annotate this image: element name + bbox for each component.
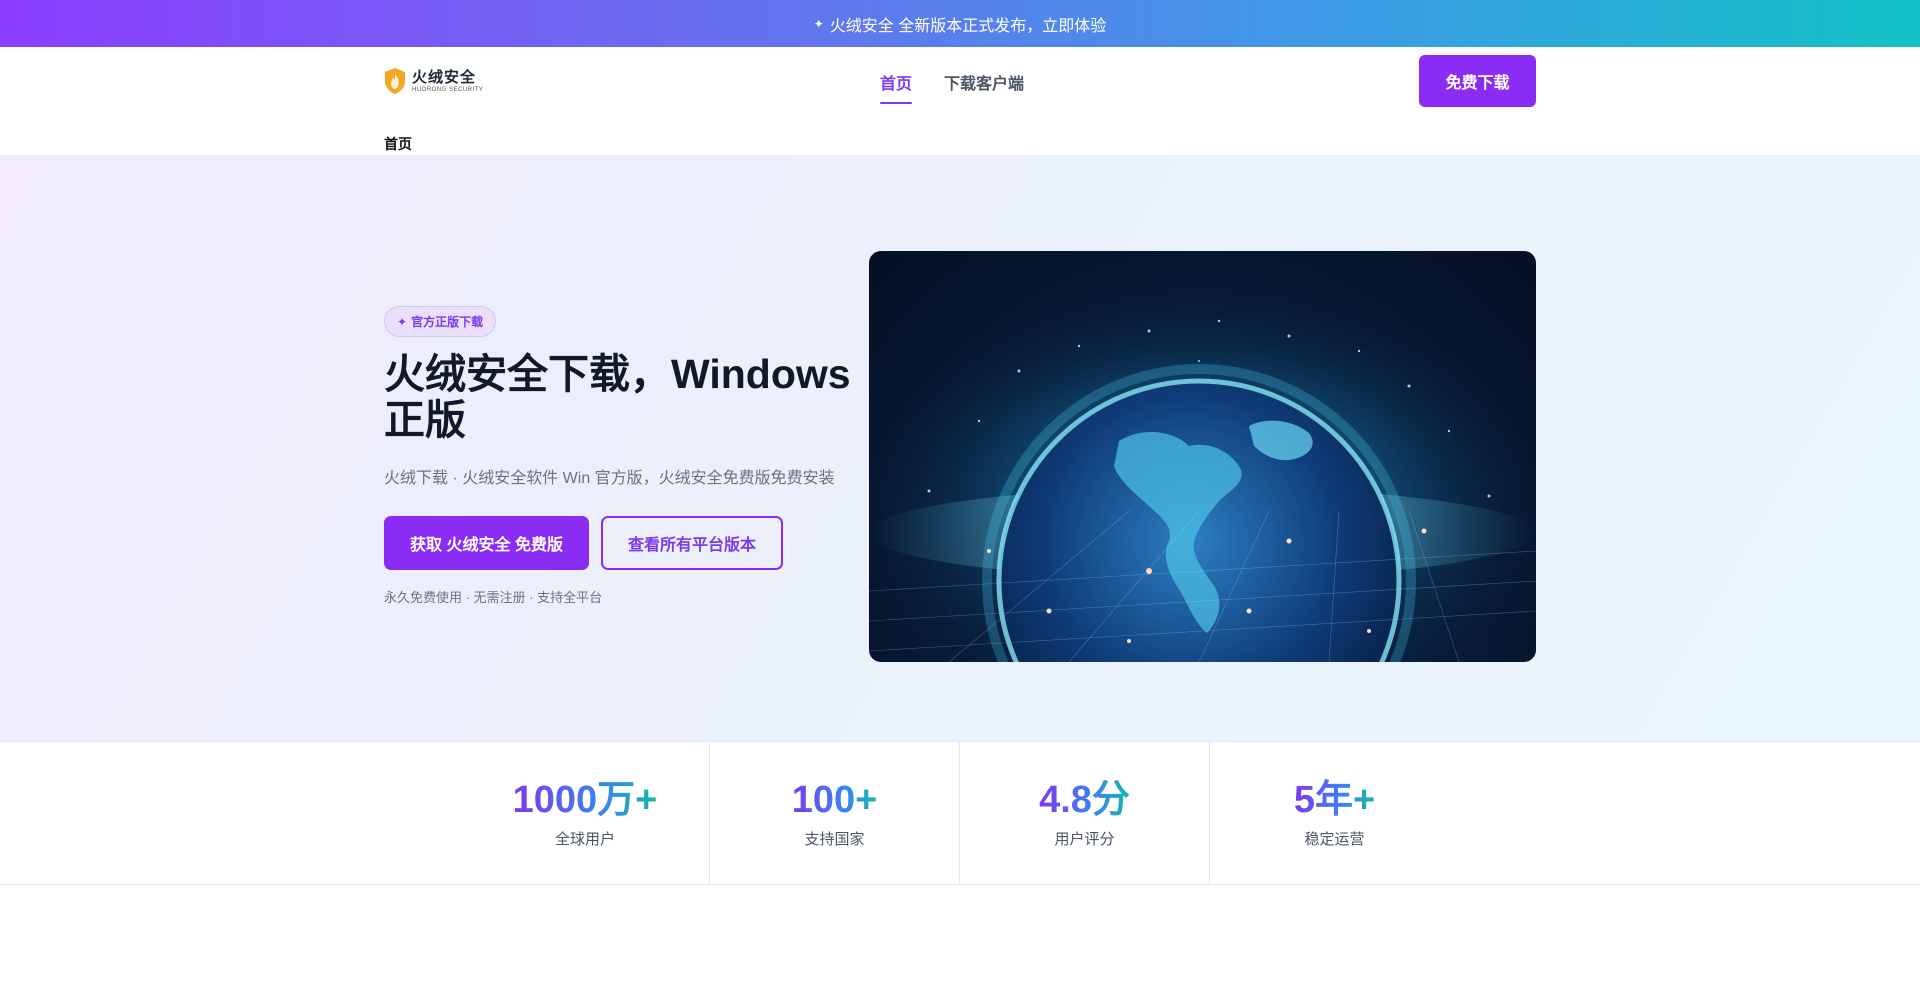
free-download-button[interactable]: 免费下载 [1419, 55, 1536, 107]
stat-countries: 100+ 支持国家 [709, 742, 959, 885]
stats-bar: 1000万+ 全球用户 100+ 支持国家 4.8分 用户评分 5年+ 稳定运营 [0, 741, 1920, 885]
sparkle-icon: ✦ [397, 314, 408, 329]
stat-global-users: 1000万+ 全球用户 [460, 742, 710, 885]
stat-label: 支持国家 [804, 831, 865, 848]
stat-label: 用户评分 [1054, 831, 1115, 848]
breadcrumb-bar: 首页 [0, 116, 1920, 155]
stat-years: 5年+ 稳定运营 [1209, 742, 1459, 885]
logo-text: 火绒安全 [412, 68, 477, 86]
globe-illustration [869, 251, 1536, 662]
stat-rating: 4.8分 用户评分 [959, 742, 1209, 885]
official-badge: ✦ 官方正版下载 [384, 306, 497, 337]
stat-label: 稳定运营 [1304, 831, 1365, 848]
stat-label: 全球用户 [554, 831, 615, 848]
logo[interactable]: 火绒安全 HUORONG SECURITY [384, 67, 483, 95]
stat-value: 100+ [791, 779, 878, 821]
stat-value: 5年+ [1293, 779, 1376, 821]
sparkle-icon: ✦ [813, 16, 824, 31]
get-free-version-button[interactable]: 获取 火绒安全 免费版 [384, 516, 589, 570]
nav-item-home[interactable]: 首页 [880, 66, 913, 104]
announcement-bar[interactable]: ✦ 火绒安全 全新版本正式发布，立即体验 [0, 0, 1920, 47]
site-header: 火绒安全 HUORONG SECURITY 首页 下载客户端 免费下载 [0, 47, 1920, 116]
hero-title: 火绒安全下载，Windows 正版 [384, 351, 851, 443]
nav-item-download-client[interactable]: 下载客户端 [944, 66, 1024, 98]
main-nav: 首页 下载客户端 [880, 47, 1024, 116]
view-all-platforms-button[interactable]: 查看所有平台版本 [601, 516, 783, 570]
hero-note: 永久免费使用 · 无需注册 · 支持全平台 [384, 590, 603, 605]
stat-value: 4.8分 [1039, 779, 1130, 821]
badge-label: 官方正版下载 [411, 315, 484, 329]
hero-section: ✦ 官方正版下载 火绒安全下载，Windows 正版 火绒下载 · 火绒安全软件… [0, 155, 1920, 741]
breadcrumb[interactable]: 首页 [384, 134, 412, 154]
globe-network-image [869, 251, 1536, 662]
logo-subtext: HUORONG SECURITY [412, 86, 484, 93]
hero-subtitle: 火绒下载 · 火绒安全软件 Win 官方版，火绒安全免费版免费安装 [384, 470, 835, 487]
announcement-text: 火绒安全 全新版本正式发布，立即体验 [829, 17, 1107, 35]
stat-value: 1000万+ [512, 779, 658, 821]
flame-shield-icon [385, 68, 405, 94]
